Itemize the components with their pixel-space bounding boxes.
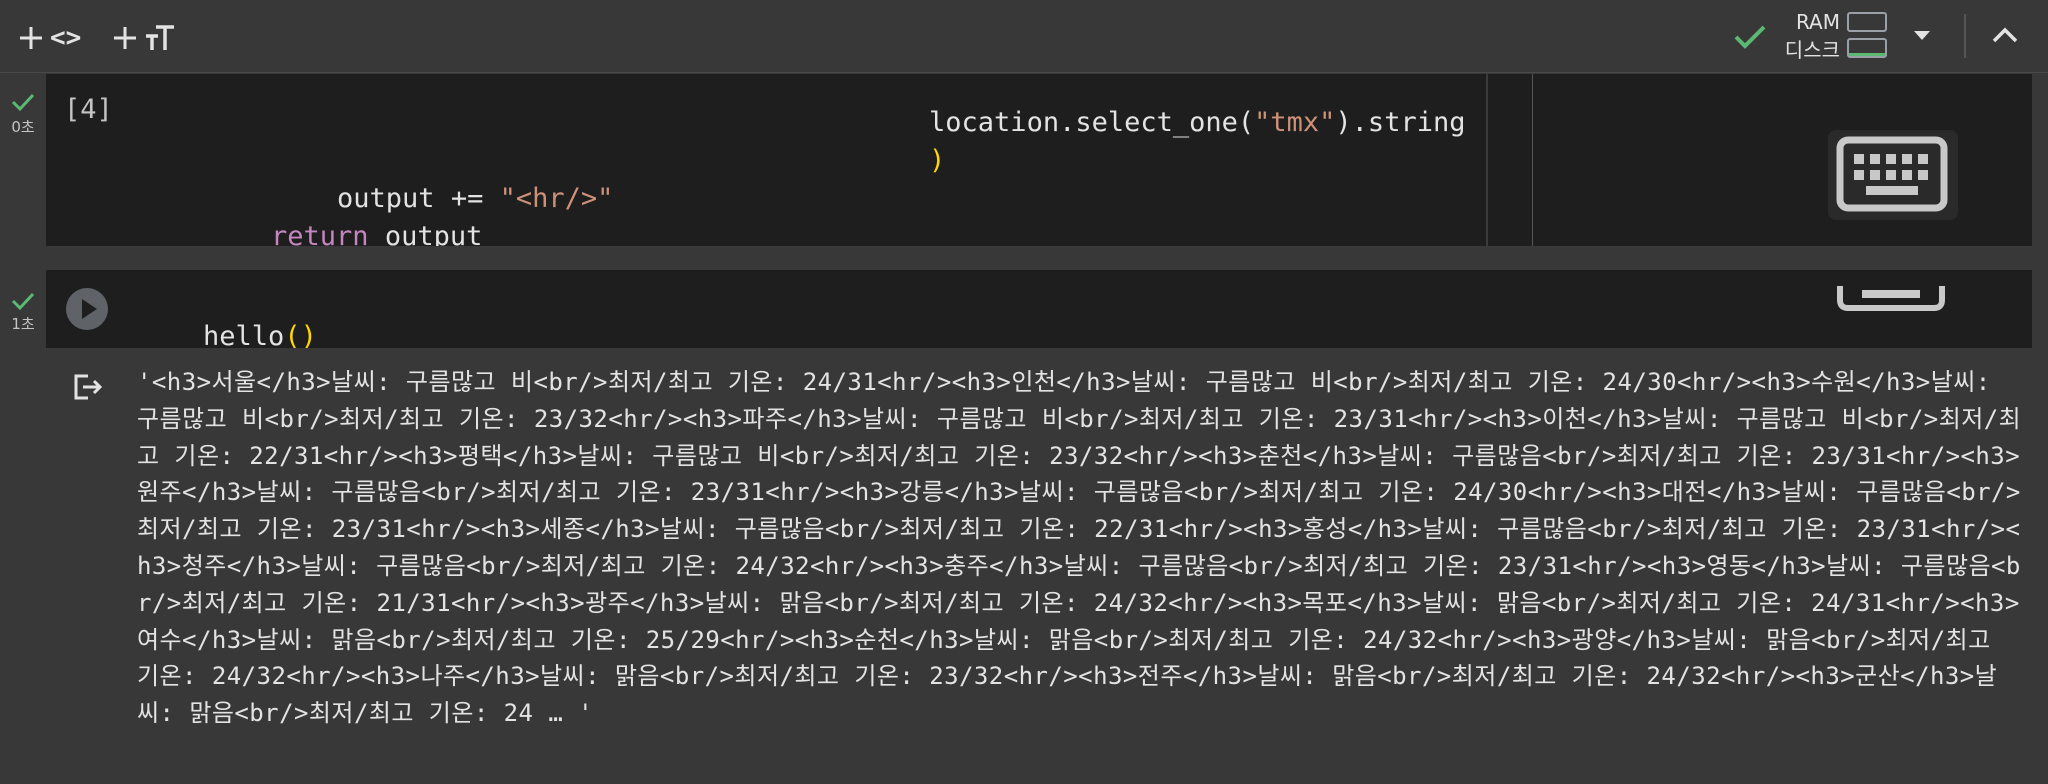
keyboard-button[interactable]	[1828, 130, 1958, 220]
text-icon	[146, 25, 174, 50]
code-line: )	[929, 145, 946, 176]
code-cell[interactable]: [4] location.select_one("tmx").string ) …	[46, 74, 2032, 246]
code-line: return output	[271, 221, 483, 246]
add-text-button[interactable]	[112, 18, 176, 58]
notebook-toolbar: <> RAM 디스크	[0, 0, 2048, 73]
execution-count: [4]	[64, 94, 113, 125]
cell-scroll-split	[1486, 74, 1488, 246]
keyboard-icon	[1836, 136, 1948, 212]
add-icon	[114, 27, 136, 49]
run-cell-button[interactable]	[66, 288, 108, 330]
ram-label: RAM	[1795, 10, 1840, 34]
chevron-up-icon[interactable]	[1990, 22, 2020, 48]
dropdown-icon[interactable]	[1912, 28, 1932, 42]
code-line: hello()	[203, 321, 317, 348]
check-icon	[11, 93, 35, 112]
cell-execution-time: 0초	[11, 118, 35, 136]
code-icon: <>	[50, 23, 82, 53]
play-icon	[82, 299, 97, 319]
editor-ruler	[1532, 74, 1533, 246]
ram-bar	[1847, 12, 1887, 32]
keyboard-icon[interactable]	[1836, 270, 1946, 320]
resource-labels[interactable]: RAM 디스크	[1770, 8, 1840, 64]
cell-output-text: '<h3>서울</h3>날씨: 구름많고 비<br/>최저/최고 기온: 24/…	[137, 368, 2022, 728]
code-cell[interactable]: hello()	[46, 270, 2032, 348]
cell-execution-time: 1초	[11, 315, 35, 333]
disk-label: 디스크	[1784, 38, 1840, 62]
add-icon	[20, 27, 42, 49]
check-icon	[1734, 25, 1766, 49]
resource-bars[interactable]	[1847, 12, 1887, 64]
check-icon	[11, 292, 35, 311]
toolbar-divider	[1964, 14, 1966, 58]
output-icon[interactable]	[72, 372, 104, 402]
code-line: location.select_one("tmx").string	[929, 107, 1466, 138]
add-code-button[interactable]: <>	[18, 18, 81, 58]
disk-bar	[1847, 38, 1887, 58]
